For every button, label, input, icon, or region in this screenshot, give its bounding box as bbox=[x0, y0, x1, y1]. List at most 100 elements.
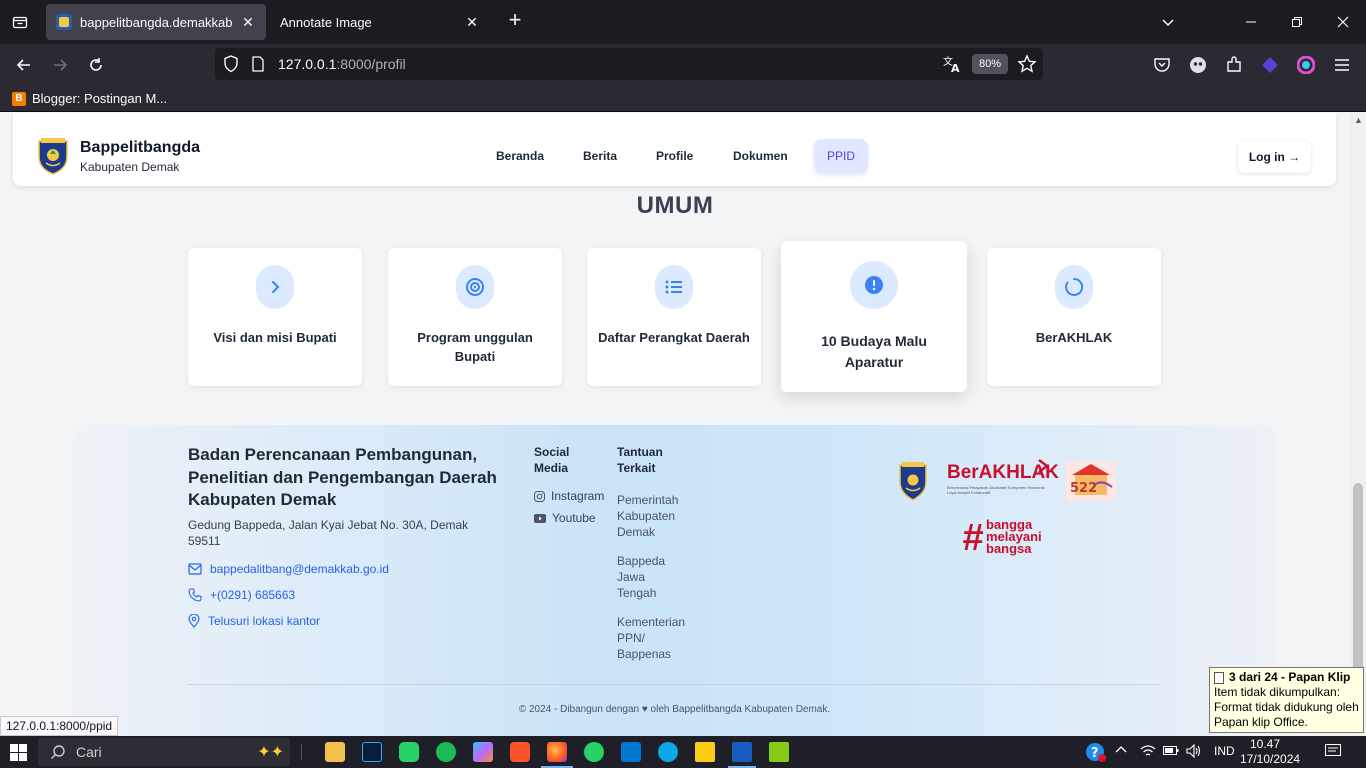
site-header: Bappelitbangda Kabupaten Demak Beranda B… bbox=[13, 113, 1336, 186]
login-button[interactable]: Log in → bbox=[1238, 141, 1311, 173]
extension-purple-icon[interactable] bbox=[1258, 53, 1282, 77]
email-link[interactable]: bappedalitbang@demakkab.go.id bbox=[188, 562, 389, 576]
instagram-icon bbox=[534, 490, 545, 502]
wifi-icon[interactable] bbox=[1140, 744, 1156, 761]
card-label: Visi dan misi Bupati bbox=[213, 330, 337, 345]
card-daftar-perangkat[interactable]: Daftar Perangkat Daerah bbox=[587, 248, 761, 386]
url-text[interactable]: 127.0.0.1:8000/profil bbox=[278, 56, 406, 72]
volume-icon[interactable] bbox=[1186, 743, 1202, 761]
link-bappenas[interactable]: Kementerian PPN/ Bappenas bbox=[617, 614, 697, 662]
brand-subtitle: Kabupaten Demak bbox=[80, 160, 180, 174]
youtube-link[interactable]: Youtube bbox=[534, 511, 596, 525]
card-program-unggulan[interactable]: Program unggulan Bupati bbox=[388, 248, 562, 386]
windows-start-icon[interactable] bbox=[10, 744, 27, 766]
list-icon bbox=[655, 265, 693, 309]
org-address: Gedung Bappeda, Jalan Kyai Jebat No. 30A… bbox=[188, 518, 469, 548]
nav-dokumen[interactable]: Dokumen bbox=[720, 139, 801, 173]
tab-list-icon[interactable] bbox=[8, 10, 32, 34]
tray-overflow-chevron-icon[interactable] bbox=[1115, 744, 1127, 759]
restore-icon[interactable] bbox=[1285, 10, 1309, 34]
link-pemkab-demak[interactable]: Pemerintah Kabupaten Demak bbox=[617, 492, 697, 540]
link-bappeda-jateng[interactable]: Bappeda Jawa Tengah bbox=[617, 553, 672, 601]
card-label: Program unggulan Bupati bbox=[417, 330, 533, 364]
blogger-icon: B bbox=[12, 91, 26, 106]
new-tab-icon[interactable]: + bbox=[504, 9, 526, 32]
file-explorer-icon[interactable] bbox=[325, 742, 345, 762]
edge-browser-icon[interactable] bbox=[658, 742, 678, 762]
bangga-melayani-bangsa-logo: # bangga melayani bangsa bbox=[962, 517, 1042, 559]
shield-icon[interactable] bbox=[223, 55, 239, 78]
page-viewport: Bappelitbangda Kabupaten Demak Beranda B… bbox=[0, 113, 1350, 736]
messaging-app-icon[interactable] bbox=[399, 742, 419, 762]
page-info-icon[interactable] bbox=[251, 56, 265, 77]
card-label: Daftar Perangkat Daerah bbox=[598, 330, 750, 345]
location-link[interactable]: Telusuri lokasi kantor bbox=[188, 614, 320, 628]
sticky-notes-icon[interactable] bbox=[695, 742, 715, 762]
berakhlak-logo: BerAKHLAK Berorientasi Pelayanan Akuntab… bbox=[947, 459, 1059, 495]
whatsapp-icon[interactable] bbox=[584, 742, 604, 762]
tab-label: bappelitbangda.demakkab bbox=[80, 14, 233, 30]
brand-title[interactable]: Bappelitbangda bbox=[80, 139, 200, 157]
forward-arrow-icon[interactable] bbox=[48, 53, 72, 77]
extension-color-icon[interactable] bbox=[1294, 53, 1318, 77]
nav-berita[interactable]: Berita bbox=[570, 139, 630, 173]
phone-icon bbox=[188, 588, 202, 602]
tab-close-icon[interactable]: ✕ bbox=[240, 14, 256, 31]
kabupaten-demak-logo[interactable] bbox=[37, 137, 69, 175]
url-bar[interactable]: 127.0.0.1:8000/profil 文A 80% bbox=[215, 48, 1043, 80]
tab-close-icon[interactable]: ✕ bbox=[464, 14, 480, 31]
card-berakhlak[interactable]: BerAKHLAK bbox=[987, 248, 1161, 386]
hari-jadi-demak-logo: 522 bbox=[1066, 461, 1116, 501]
instagram-link[interactable]: Instagram bbox=[534, 489, 604, 503]
copyright-text: © 2024 - Dibangun dengan ♥ oleh Bappelit… bbox=[518, 704, 831, 715]
taskbar-clock[interactable]: 10.47 17/10/2024 bbox=[1240, 737, 1300, 767]
bookmark-blogger[interactable]: B Blogger: Postingan M... bbox=[12, 91, 167, 106]
browser-nav-bar: 127.0.0.1:8000/profil 文A 80% bbox=[0, 44, 1366, 86]
svg-text:522: 522 bbox=[1070, 481, 1097, 496]
vscode-icon[interactable] bbox=[621, 742, 641, 762]
clipboard-notification[interactable]: 3 dari 24 - Papan Klip Item tidak dikump… bbox=[1209, 667, 1364, 733]
scrollbar-thumb[interactable] bbox=[1353, 483, 1363, 683]
tautan-terkait-heading: Tantuan Terkait bbox=[617, 445, 663, 475]
map-pin-icon bbox=[188, 614, 200, 628]
tab-overflow-chevron-icon[interactable] bbox=[1156, 10, 1180, 34]
copilot-icon[interactable] bbox=[473, 742, 493, 762]
help-icon[interactable]: ? bbox=[1084, 741, 1106, 766]
green-app-icon[interactable] bbox=[436, 742, 456, 762]
card-budaya-malu[interactable]: 10 Budaya Malu Aparatur bbox=[781, 241, 967, 392]
scroll-up-arrow-icon[interactable]: ▲ bbox=[1354, 115, 1363, 125]
copilot-sparkle-icon[interactable]: ✦✦ bbox=[257, 742, 284, 762]
phone-link[interactable]: +(0291) 685663 bbox=[188, 588, 295, 602]
page-scrollbar[interactable]: ▲ bbox=[1350, 113, 1366, 736]
hamburger-menu-icon[interactable] bbox=[1330, 53, 1354, 77]
extensions-icon[interactable] bbox=[1222, 53, 1246, 77]
tab-annotate-image[interactable]: Annotate Image ✕ bbox=[270, 4, 490, 40]
nav-beranda[interactable]: Beranda bbox=[483, 139, 557, 173]
nav-profile[interactable]: Profile bbox=[643, 139, 706, 173]
word-icon[interactable] bbox=[732, 742, 752, 762]
firefox-icon[interactable] bbox=[547, 742, 567, 762]
nav-ppid[interactable]: PPID bbox=[814, 139, 869, 173]
card-visi-misi[interactable]: Visi dan misi Bupati bbox=[188, 248, 362, 386]
reload-icon[interactable] bbox=[84, 53, 108, 77]
taskbar-search-box[interactable]: Cari ✦✦ bbox=[38, 738, 290, 766]
tab-bappelitbangda[interactable]: bappelitbangda.demakkab ✕ bbox=[46, 4, 266, 40]
translate-icon[interactable]: 文A bbox=[942, 54, 962, 79]
pocket-icon[interactable] bbox=[1150, 53, 1174, 77]
windows-taskbar: Cari ✦✦ ? IND 10.47 17/10/2024 bbox=[0, 736, 1366, 768]
notifications-icon[interactable] bbox=[1325, 744, 1341, 761]
back-arrow-icon[interactable] bbox=[12, 53, 36, 77]
account-icon[interactable] bbox=[1186, 53, 1210, 77]
tab-label: Annotate Image bbox=[280, 14, 372, 30]
brave-browser-icon[interactable] bbox=[510, 742, 530, 762]
bookmark-star-icon[interactable] bbox=[1017, 54, 1037, 79]
language-indicator[interactable]: IND bbox=[1214, 744, 1235, 758]
lambda-app-icon[interactable] bbox=[769, 742, 789, 762]
search-icon bbox=[51, 745, 65, 759]
close-window-icon[interactable] bbox=[1331, 10, 1355, 34]
bookmarks-bar: B Blogger: Postingan M... bbox=[0, 86, 1366, 112]
zoom-level-badge[interactable]: 80% bbox=[972, 54, 1008, 74]
photoshop-icon[interactable] bbox=[362, 742, 382, 762]
battery-icon[interactable] bbox=[1163, 744, 1179, 759]
minimize-icon[interactable] bbox=[1239, 10, 1263, 34]
